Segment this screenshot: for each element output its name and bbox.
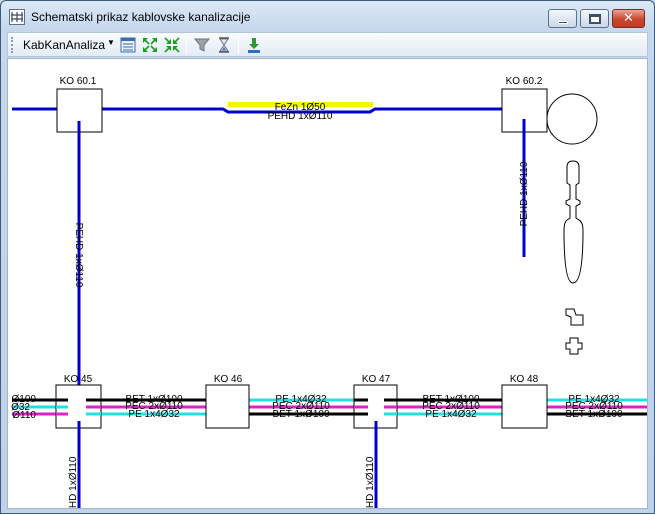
schematic-canvas[interactable]: FeZn 1Ø50 PEHD 1xØ110 KO 60.1 PEHD 1xØ11…: [7, 58, 648, 509]
maximize-icon: [589, 14, 601, 24]
minimize-icon: [558, 21, 568, 24]
filter-icon[interactable]: [193, 36, 211, 54]
duct-46-47-label-3: BET 1xØ100: [272, 409, 330, 420]
circle-shape: [546, 93, 598, 145]
close-button[interactable]: ✕: [612, 9, 645, 28]
right-vertical-label: PEHD 1xØ110: [519, 161, 530, 226]
maximize-button[interactable]: [580, 9, 609, 28]
close-icon: ✕: [623, 11, 634, 26]
node-label-ko45: KO 45: [64, 374, 93, 385]
dropdown-arrow-icon[interactable]: ▼: [107, 38, 115, 47]
toolbar-grip[interactable]: [11, 37, 14, 53]
node-ko46: [205, 384, 250, 429]
toolbar: KabKanAnaliza ▼: [7, 32, 648, 57]
small-shape-2: [565, 337, 583, 355]
left-vertical-label: PEHD 1xØ110: [73, 223, 84, 288]
app-icon: [9, 9, 25, 25]
node-label-ko48: KO 48: [510, 374, 539, 385]
analysis-dropdown[interactable]: KabKanAnaliza: [23, 38, 105, 52]
node-label-ko46: KO 46: [214, 374, 243, 385]
toolbar-separator: [238, 36, 239, 54]
pole-shape: [563, 160, 584, 284]
node-label-ko47: KO 47: [362, 374, 391, 385]
node-ko48: [501, 384, 548, 429]
left-edge-label-3: Ø110: [12, 410, 36, 421]
collapse-icon[interactable]: [163, 36, 181, 54]
small-shape-1: [565, 308, 584, 326]
list-icon[interactable]: [119, 36, 137, 54]
node-label-ko601: KO 60.1: [60, 76, 97, 87]
pehd-top-label: PEHD 1xØ110: [268, 111, 333, 122]
download-icon[interactable]: [245, 36, 263, 54]
duct-47-48-label-3: PE 1x4Ø32: [425, 409, 477, 420]
app-window: Schematski prikaz kablovske kanalizacije…: [0, 0, 655, 514]
duct-45-46-label-3: PE 1x4Ø32: [128, 409, 180, 420]
bottom-mid-vertical-label: PEHD 1xØ110: [365, 456, 376, 509]
window-title: Schematski prikaz kablovske kanalizacije: [31, 10, 251, 24]
duct-48-right-label-3: BET 1xØ100: [565, 409, 623, 420]
hourglass-icon[interactable]: [215, 36, 233, 54]
toolbar-separator: [186, 36, 187, 54]
node-label-ko602: KO 60.2: [506, 76, 543, 87]
minimize-button[interactable]: [548, 9, 577, 28]
title-bar[interactable]: Schematski prikaz kablovske kanalizacije…: [1, 1, 654, 31]
expand-icon[interactable]: [141, 36, 159, 54]
bottom-left-vertical-label: PEHD 1xØ110: [68, 456, 79, 509]
